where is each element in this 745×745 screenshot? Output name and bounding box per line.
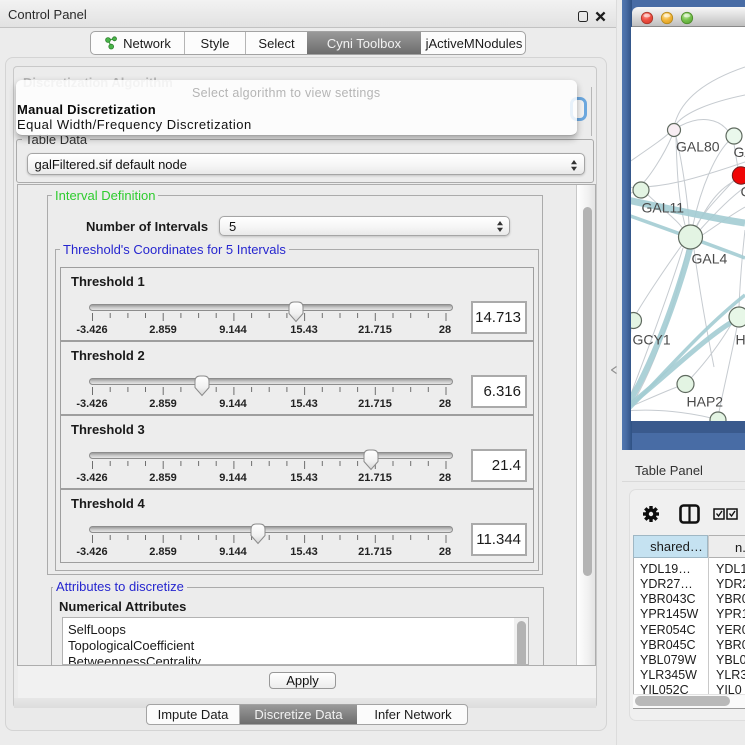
svg-text:GAL11: GAL11 [642, 200, 685, 216]
svg-text:GAL4: GAL4 [692, 251, 728, 267]
svg-text:GAL: GAL [734, 144, 745, 160]
svg-text:C: C [741, 184, 745, 200]
svg-text:GAL80: GAL80 [676, 139, 720, 155]
svg-text:HAP2: HAP2 [687, 394, 724, 410]
svg-text:H: H [736, 332, 745, 348]
svg-text:GCY1: GCY1 [633, 332, 671, 348]
